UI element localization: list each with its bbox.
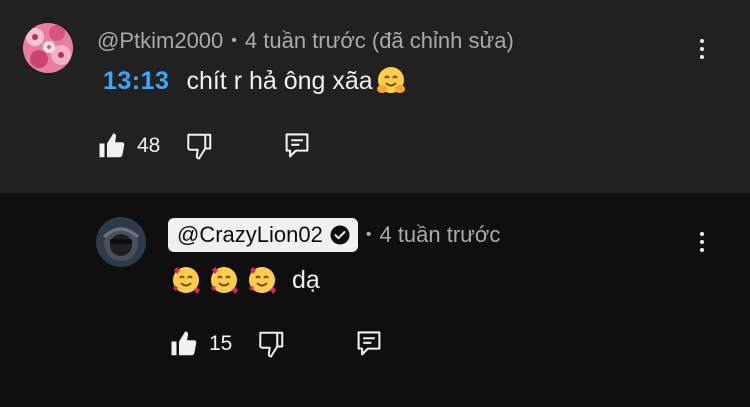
author-name: @CrazyLion02 (177, 222, 323, 247)
author-chip[interactable]: @CrazyLion02 (168, 218, 358, 252)
like-count: 48 (137, 134, 161, 157)
avatar[interactable] (96, 217, 146, 267)
more-options-button[interactable] (692, 32, 712, 66)
comment-actions: 15 (168, 324, 385, 364)
timestamp-link[interactable]: 13:13 (103, 67, 169, 96)
smiling-face-with-hearts-emoji-icon (249, 267, 276, 294)
menu-dot (700, 232, 704, 236)
comment-meta: @CrazyLion02 • 4 tuần trước (168, 218, 500, 252)
like-button[interactable] (168, 328, 200, 360)
comment-body: chít r hả ông xãa (186, 66, 373, 95)
smiling-face-with-hearts-emoji-icon (173, 267, 200, 294)
comment-text: 13:13 chít r hả ông xãa (103, 63, 413, 99)
reply-icon (285, 133, 309, 158)
comment-time[interactable]: 4 tuần trước (đã chỉnh sửa) (245, 28, 514, 54)
comment: @Ptkim2000 • 4 tuần trước (đã chỉnh sửa)… (0, 0, 750, 193)
comment-text: dạ (170, 262, 320, 298)
menu-dot (700, 55, 704, 59)
menu-dot (700, 240, 704, 244)
menu-dot (700, 248, 704, 252)
pink-flowers-avatar-icon (23, 23, 73, 73)
avatar[interactable] (23, 23, 73, 73)
like-button[interactable] (96, 130, 128, 162)
reply-icon (357, 331, 381, 356)
reply-button[interactable] (281, 130, 313, 162)
comment-meta: @Ptkim2000 • 4 tuần trước (đã chỉnh sửa) (97, 26, 514, 56)
comment-actions: 48 (96, 126, 313, 166)
thumbs-down-icon (187, 133, 212, 160)
menu-dot (700, 39, 704, 43)
hugging-face-emoji-icon (376, 67, 405, 93)
dislike-button[interactable] (255, 328, 287, 360)
thumbs-up-icon (99, 133, 125, 158)
dislike-button[interactable] (183, 130, 215, 162)
reply-button[interactable] (353, 328, 385, 360)
verified-icon (330, 225, 350, 245)
comment-body: dạ (292, 265, 320, 294)
menu-dot (700, 47, 704, 51)
author-name[interactable]: @Ptkim2000 (97, 28, 223, 54)
thumbs-down-icon (259, 331, 284, 358)
lion-avatar-icon (96, 217, 146, 267)
more-options-button[interactable] (692, 225, 712, 259)
smiling-face-with-hearts-emoji-icon (211, 267, 238, 294)
comment-time[interactable]: 4 tuần trước (379, 222, 500, 248)
like-count: 15 (209, 332, 233, 355)
separator: • (231, 32, 237, 49)
reply-comment: @CrazyLion02 • 4 tuần trước dạ 15 (0, 193, 750, 407)
separator: • (365, 226, 372, 243)
thumbs-up-icon (171, 331, 197, 356)
